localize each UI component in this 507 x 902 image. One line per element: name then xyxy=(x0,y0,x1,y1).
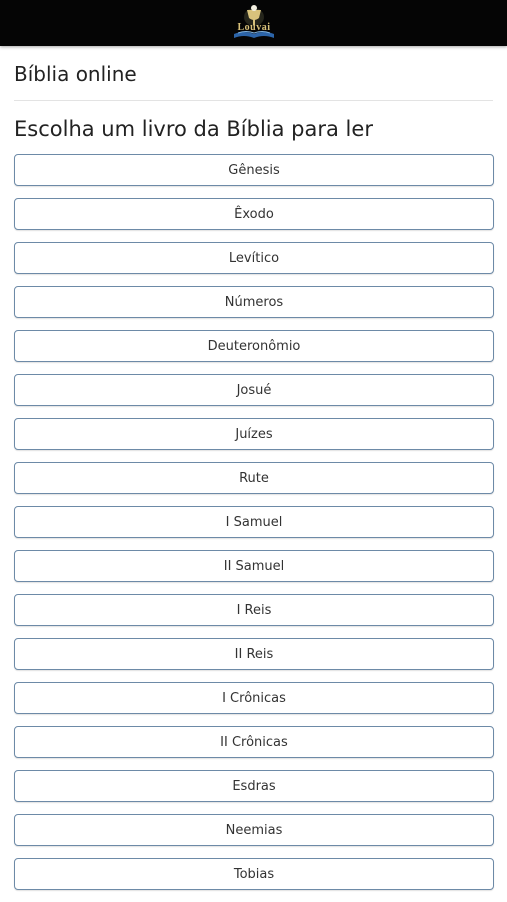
book-button-deuteronomio[interactable]: Deuteronômio xyxy=(14,330,494,362)
list-item: Tobias xyxy=(14,858,494,890)
divider xyxy=(14,100,493,101)
book-button-rute[interactable]: Rute xyxy=(14,462,494,494)
list-item: Josué xyxy=(14,374,494,406)
list-item: Deuteronômio xyxy=(14,330,494,362)
book-button-i-samuel[interactable]: I Samuel xyxy=(14,506,494,538)
list-item: I Samuel xyxy=(14,506,494,538)
list-item: Êxodo xyxy=(14,198,494,230)
list-item: II Samuel xyxy=(14,550,494,582)
list-item: I Reis xyxy=(14,594,494,626)
list-item: I Crônicas xyxy=(14,682,494,714)
main-content: Bíblia online Escolha um livro da Bíblia… xyxy=(0,46,507,900)
book-button-ii-reis[interactable]: II Reis xyxy=(14,638,494,670)
book-button-genesis[interactable]: Gênesis xyxy=(14,154,494,186)
list-item: Números xyxy=(14,286,494,318)
logo-text: Louvai xyxy=(237,22,271,33)
book-button-i-reis[interactable]: I Reis xyxy=(14,594,494,626)
book-button-juizes[interactable]: Juízes xyxy=(14,418,494,450)
section-heading: Escolha um livro da Bíblia para ler xyxy=(14,117,373,141)
list-item: II Reis xyxy=(14,638,494,670)
book-button-i-cronicas[interactable]: I Crônicas xyxy=(14,682,494,714)
book-button-numeros[interactable]: Números xyxy=(14,286,494,318)
book-button-ii-samuel[interactable]: II Samuel xyxy=(14,550,494,582)
list-item: Levítico xyxy=(14,242,494,274)
book-button-neemias[interactable]: Neemias xyxy=(14,814,494,846)
list-item: Neemias xyxy=(14,814,494,846)
list-item: Gênesis xyxy=(14,154,494,186)
page-title: Bíblia online xyxy=(14,62,137,86)
site-logo[interactable]: Louvai xyxy=(226,3,282,43)
list-item: Juízes xyxy=(14,418,494,450)
book-button-esdras[interactable]: Esdras xyxy=(14,770,494,802)
book-button-levitico[interactable]: Levítico xyxy=(14,242,494,274)
book-button-exodo[interactable]: Êxodo xyxy=(14,198,494,230)
book-list: Gênesis Êxodo Levítico Números Deuteronô… xyxy=(14,154,494,902)
book-button-ii-cronicas[interactable]: II Crônicas xyxy=(14,726,494,758)
book-button-tobias[interactable]: Tobias xyxy=(14,858,494,890)
book-button-josue[interactable]: Josué xyxy=(14,374,494,406)
top-bar: Louvai xyxy=(0,0,507,46)
list-item: II Crônicas xyxy=(14,726,494,758)
list-item: Rute xyxy=(14,462,494,494)
list-item: Esdras xyxy=(14,770,494,802)
